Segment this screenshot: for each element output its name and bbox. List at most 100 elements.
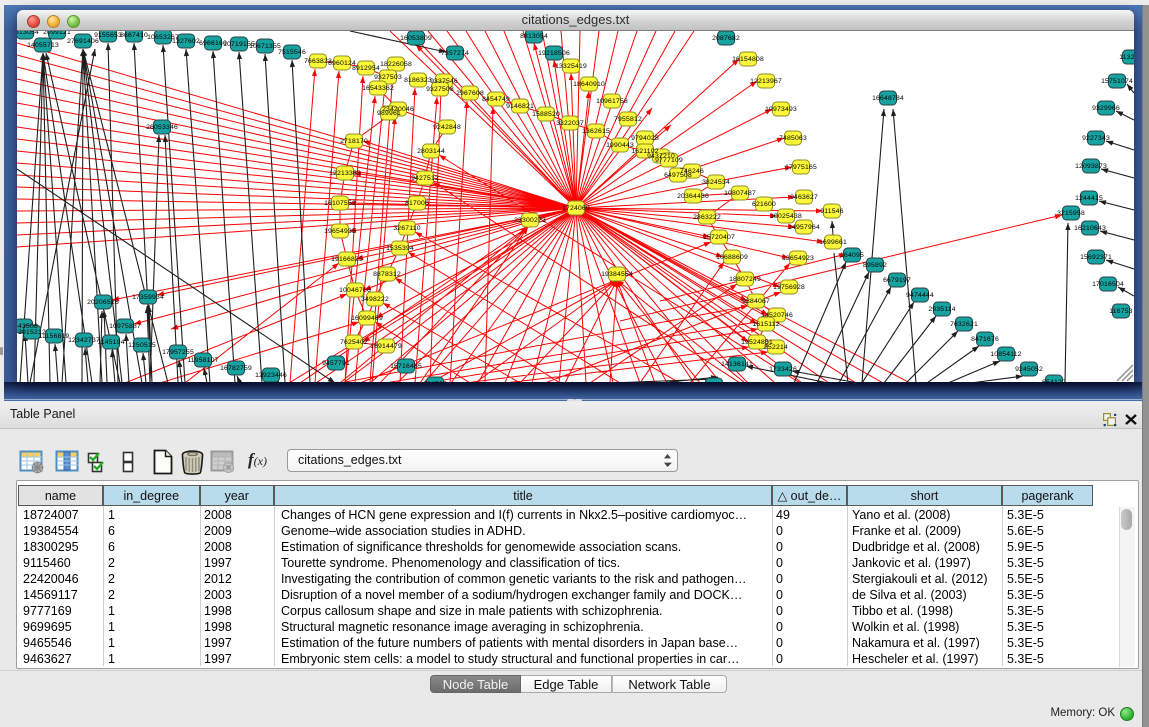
svg-text:2935114: 2935114 [928, 306, 955, 313]
svg-text:9327503: 9327503 [374, 74, 402, 81]
svg-text:895892: 895892 [863, 262, 887, 269]
svg-text:7955812: 7955812 [614, 116, 642, 123]
svg-text:2803144: 2803144 [417, 148, 445, 155]
svg-text:1588520: 1588520 [532, 111, 560, 118]
svg-text:19756928: 19756928 [773, 284, 805, 291]
svg-text:17359934: 17359934 [132, 294, 164, 301]
svg-text:12093873: 12093873 [1075, 163, 1107, 170]
svg-text:12213967: 12213967 [750, 78, 782, 85]
svg-text:1615112: 1615112 [752, 321, 779, 328]
svg-text:8454749: 8454749 [482, 96, 510, 103]
svg-text:13654923: 13654923 [782, 255, 814, 262]
svg-text:12923446: 12923446 [255, 372, 287, 379]
svg-text:9427512: 9427512 [411, 175, 439, 182]
svg-text:621600: 621600 [752, 201, 776, 208]
svg-text:27691406: 27691406 [67, 38, 99, 45]
svg-text:989961: 989961 [377, 110, 401, 117]
svg-text:9329966: 9329966 [1092, 105, 1120, 112]
svg-text:11958107: 11958107 [187, 357, 218, 364]
svg-text:12213363: 12213363 [329, 170, 361, 177]
svg-text:15720407: 15720407 [703, 234, 735, 241]
svg-text:9155653: 9155653 [94, 32, 122, 39]
svg-text:16543362: 16543362 [362, 85, 394, 92]
svg-text:16210643: 16210643 [1074, 225, 1106, 232]
svg-text:9146821: 9146821 [506, 103, 534, 110]
svg-text:14136141: 14136141 [721, 361, 753, 368]
svg-text:1699661: 1699661 [819, 239, 847, 246]
svg-text:9463627: 9463627 [790, 194, 818, 201]
svg-text:16648784: 16648784 [872, 95, 904, 102]
svg-text:9457791: 9457791 [322, 360, 350, 367]
svg-text:2087682: 2087682 [712, 35, 740, 42]
svg-text:2099121: 2099121 [43, 31, 71, 36]
svg-text:9337546: 9337546 [430, 78, 458, 85]
svg-text:14055713: 14055713 [27, 42, 59, 49]
svg-text:10025438: 10025438 [770, 213, 802, 220]
svg-text:7357274: 7357274 [441, 50, 469, 57]
svg-text:113212: 113212 [1119, 54, 1134, 61]
svg-text:19218506: 19218506 [538, 50, 570, 57]
svg-text:1724069: 1724069 [562, 205, 590, 212]
svg-text:2967608: 2967608 [456, 90, 484, 97]
svg-text:20364436: 20364436 [677, 193, 709, 200]
svg-text:1250515: 1250515 [128, 342, 156, 349]
svg-text:10975887: 10975887 [109, 323, 141, 330]
svg-text:8667410: 8667410 [120, 32, 148, 39]
svg-text:8186323: 8186323 [404, 77, 432, 84]
svg-text:13325419: 13325419 [555, 63, 587, 70]
svg-text:8813054: 8813054 [17, 31, 39, 36]
svg-text:911546: 911546 [820, 208, 843, 215]
svg-text:26053346: 26053346 [146, 124, 178, 131]
svg-text:8912954: 8912954 [352, 65, 380, 72]
svg-text:8813054: 8813054 [520, 33, 548, 40]
svg-text:10854112: 10854112 [990, 351, 1021, 358]
svg-text:9884067: 9884067 [742, 298, 770, 305]
svg-text:9245052: 9245052 [1015, 366, 1043, 373]
svg-text:7632621: 7632621 [950, 321, 978, 328]
svg-text:1327602: 1327602 [172, 38, 200, 45]
svg-text:924565: 924565 [423, 381, 447, 382]
svg-text:15692371: 15692371 [1080, 254, 1112, 261]
svg-text:1535394: 1535394 [386, 245, 414, 252]
svg-text:6679197: 6679197 [883, 277, 911, 284]
svg-text:252214: 252214 [764, 344, 788, 351]
svg-text:14520746: 14520746 [761, 312, 793, 319]
svg-text:12342737: 12342737 [68, 337, 100, 344]
svg-text:7625402: 7625402 [340, 339, 368, 346]
svg-text:20206526: 20206526 [87, 299, 119, 306]
svg-text:2718170: 2718170 [340, 138, 368, 145]
svg-text:19654935: 19654935 [324, 228, 356, 235]
svg-text:164095: 164095 [840, 252, 864, 259]
svg-text:15716485: 15716485 [390, 363, 422, 370]
svg-text:3267110: 3267110 [393, 225, 420, 232]
svg-text:10688609: 10688609 [716, 254, 748, 261]
svg-text:3824534: 3824534 [702, 179, 730, 186]
svg-text:18226058: 18226058 [380, 61, 412, 68]
svg-text:10807487: 10807487 [724, 190, 756, 197]
svg-text:10973493: 10973493 [765, 106, 797, 113]
svg-text:1733426: 1733426 [769, 366, 797, 373]
svg-text:16107553: 16107553 [324, 200, 356, 207]
svg-text:7485063: 7485063 [779, 135, 807, 142]
svg-text:17016504: 17016504 [1092, 281, 1124, 288]
svg-text:1990443: 1990443 [606, 142, 634, 149]
svg-text:16053809: 16053809 [400, 35, 432, 42]
svg-text:1362615: 1362615 [582, 128, 610, 135]
svg-text:654122: 654122 [1042, 379, 1066, 382]
svg-text:19384554: 19384554 [601, 271, 633, 278]
svg-text:9327508: 9327508 [426, 86, 454, 93]
svg-text:3498222: 3498222 [361, 296, 389, 303]
svg-text:116753: 116753 [1109, 308, 1132, 315]
svg-text:3322037: 3322037 [556, 120, 584, 127]
svg-text:9242848: 9242848 [433, 124, 461, 131]
svg-text:16099469: 16099469 [351, 315, 383, 322]
svg-text:8878312: 8878312 [373, 271, 401, 278]
svg-text:10671355: 10671355 [249, 43, 281, 50]
svg-text:2863222: 2863222 [693, 214, 721, 221]
svg-text:17957255: 17957255 [162, 349, 194, 356]
svg-text:9777109: 9777109 [655, 157, 683, 164]
svg-text:9794028: 9794028 [631, 135, 659, 142]
svg-text:16154808: 16154808 [732, 56, 764, 63]
svg-text:14957964: 14957964 [788, 224, 820, 231]
svg-text:17975165: 17975165 [785, 164, 817, 171]
